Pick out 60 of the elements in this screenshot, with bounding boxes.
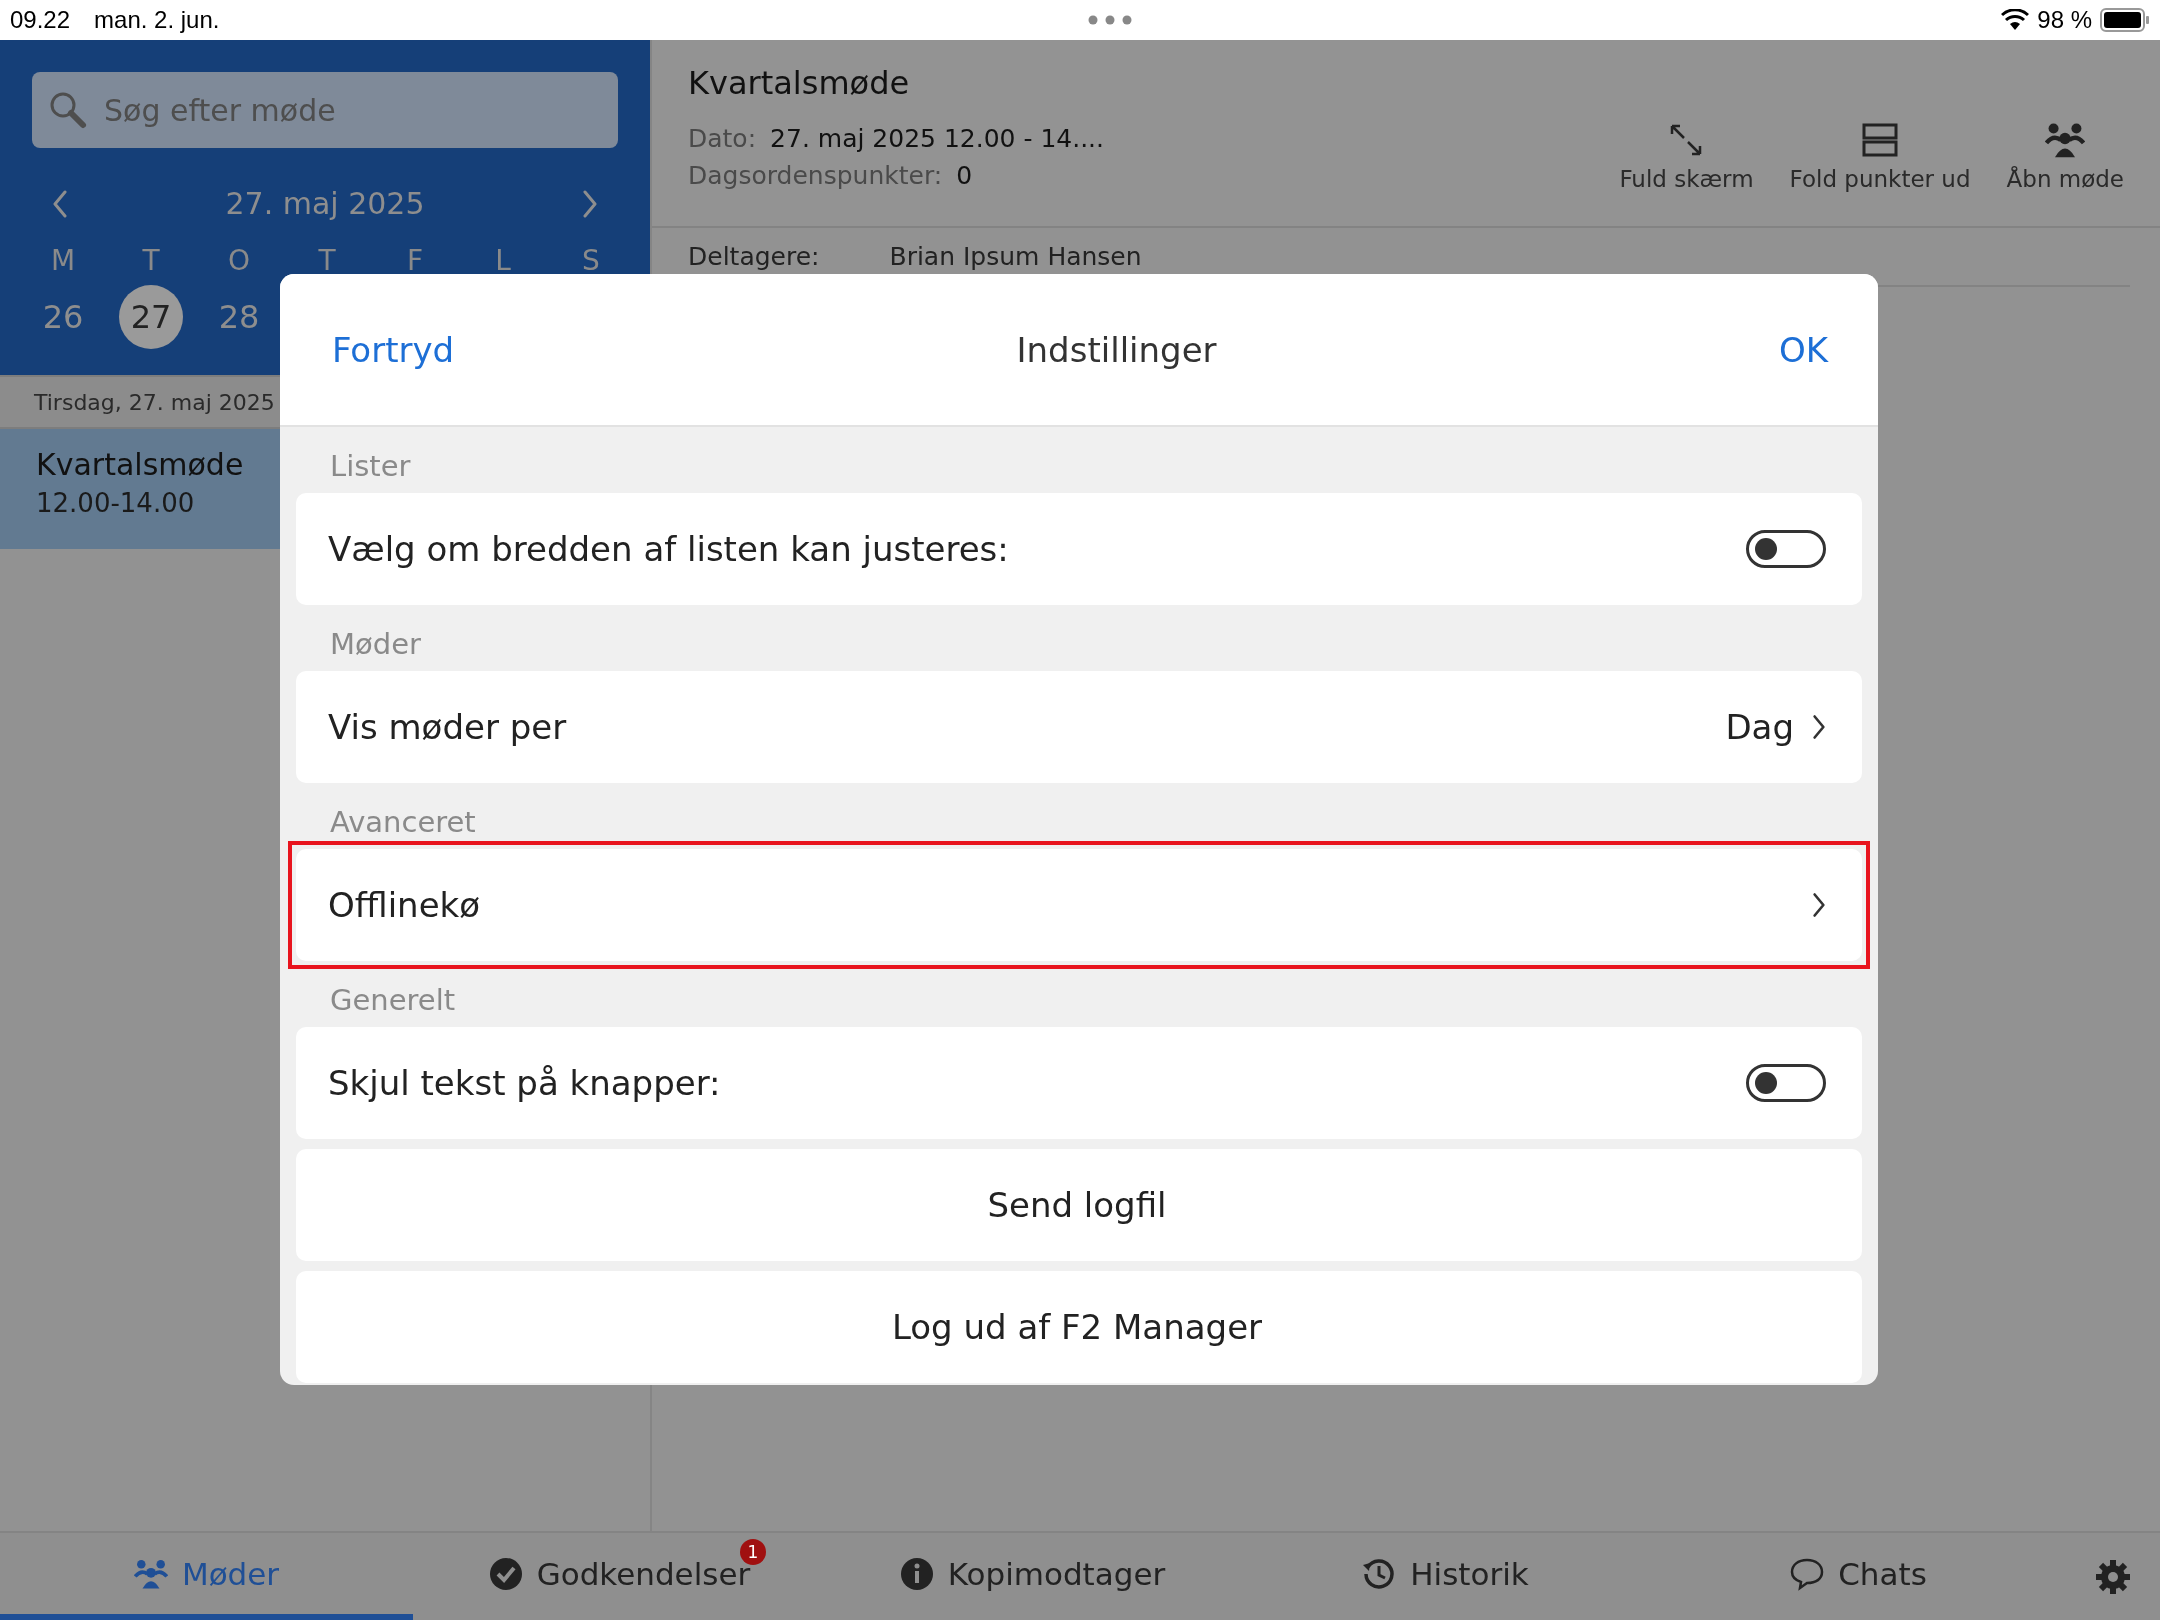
row-value: Dag [1725,707,1794,747]
section-header: Lister [329,448,412,485]
row-label: Vælg om bredden af listen kan justeres: [328,529,1010,569]
toggle-switch[interactable] [1746,1064,1826,1102]
speech-bubble-icon [1790,1556,1825,1591]
dialog-title: Indstillinger [1016,329,1217,370]
chevron-right-icon[interactable] [1812,714,1826,740]
check-circle-icon [488,1556,523,1591]
history-icon [1362,1556,1397,1591]
section-header: Avanceret [329,804,477,841]
weekday-label: L [495,243,511,279]
weekday-label: O [227,243,250,279]
action-button[interactable]: Log ud af F2 Manager [296,1271,1862,1383]
weekday-label: M [50,243,76,279]
chevron-right-icon[interactable] [1812,892,1826,918]
battery-percent: 98 % [2037,6,2092,34]
field-label: Deltagere: [688,242,820,271]
count-badge: 1 [740,1539,766,1565]
chevron-left-icon[interactable] [52,189,68,218]
section-header: Generelt [329,982,457,1019]
field-value: Brian Ipsum Hansen [889,242,1142,271]
tab[interactable]: Møder [0,1533,413,1620]
tab[interactable]: Chats [1652,1533,2065,1620]
field-label: Dagsordenspunkter: [688,161,943,190]
weekday-label: T [142,243,160,279]
toolbar-button[interactable]: Fold punkter ud [1789,120,1971,192]
tab[interactable]: Historik [1239,1533,1652,1620]
toolbar-button[interactable]: Fuld skærm [1619,120,1754,192]
info-icon [899,1556,934,1591]
ok-button[interactable]: OK [1778,329,1828,370]
settings-row[interactable]: Vis møder per Dag [296,671,1862,783]
tab[interactable]: Kopimodtager [826,1533,1239,1620]
field-label: Dato: [688,124,757,153]
weekday-label: T [318,243,336,279]
settings-row[interactable]: Offlinekø [296,849,1862,961]
field-value: 0 [956,161,973,190]
action-button[interactable]: Send logfil [296,1149,1862,1261]
toggle-switch[interactable] [1746,530,1826,568]
month-label: 27. maj 2025 [225,186,425,221]
field-value: 27. maj 2025 12.00 - 14.... [770,124,1105,153]
search-icon [48,90,88,130]
calendar-day[interactable]: 27 [119,285,183,349]
row-label: Offlinekø [328,885,482,925]
battery-icon [2100,8,2150,32]
meeting-title: Kvartalsmøde [688,64,911,102]
more-dots-icon[interactable] [1088,15,1133,25]
section-header: Møder [329,626,422,663]
status-time: 09.22 [10,6,71,34]
row-label: Skjul tekst på knapper: [328,1063,722,1103]
wifi-icon [2001,9,2030,31]
search-field[interactable]: Søg efter møde [32,72,618,148]
cancel-button[interactable]: Fortryd [332,329,455,370]
row-label: Vis møder per [328,707,568,747]
calendar-day[interactable]: 26 [31,285,95,349]
toolbar-button[interactable]: Åbn møde [2006,120,2124,192]
settings-icon[interactable] [2094,1558,2131,1595]
weekday-label: F [406,243,424,279]
calendar-day[interactable]: 28 [207,285,271,349]
weekday-label: S [582,243,600,279]
status-date: man. 2. jun. [94,6,220,34]
